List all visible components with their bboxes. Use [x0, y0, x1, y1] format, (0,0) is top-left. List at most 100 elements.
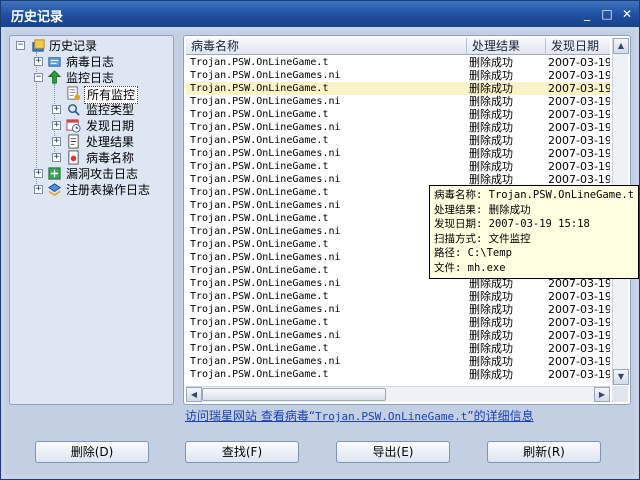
table-row[interactable]: Trojan.PSW.OnLineGames.ni 删除成功 2007-03-19 [186, 121, 610, 134]
history-tree: − 历史记录 + 病毒日志 − 监控日志 所有监控 + 监控类型 + 发现日期 … [9, 35, 174, 405]
cell-date: 2007-03-19 [548, 342, 610, 355]
collapse-icon[interactable]: − [16, 41, 25, 50]
table-row[interactable]: Trojan.PSW.OnLineGames.ni 删除成功 2007-03-19 [186, 355, 610, 368]
close-button[interactable]: ✕ [619, 6, 635, 22]
expand-icon[interactable]: + [52, 121, 61, 130]
monitor-log-icon [47, 70, 62, 84]
tree-node-virus-name[interactable]: + 病毒名称 [52, 150, 172, 166]
expand-icon[interactable]: + [34, 57, 43, 66]
cell-virus-name: Trojan.PSW.OnLineGame.t [190, 343, 329, 354]
cell-virus-name: Trojan.PSW.OnLineGames.ni [190, 304, 341, 315]
cell-virus-name: Trojan.PSW.OnLineGame.t [190, 317, 329, 328]
find-button[interactable]: 查找(F) [185, 441, 299, 463]
cell-virus-name: Trojan.PSW.OnLineGames.ni [190, 148, 341, 159]
table-row[interactable]: Trojan.PSW.OnLineGame.t 删除成功 2007-03-19 [186, 316, 610, 329]
cell-date: 2007-03-19 [548, 290, 610, 303]
cell-virus-name: Trojan.PSW.OnLineGames.ni [190, 174, 341, 185]
table-row[interactable]: Trojan.PSW.OnLineGames.ni 删除成功 2007-03-19 [186, 147, 610, 160]
history-book-icon [32, 39, 45, 52]
cell-date: 2007-03-19 [548, 147, 610, 160]
cell-virus-name: Trojan.PSW.OnLineGames.ni [190, 278, 341, 289]
tree-node-registry-log[interactable]: + 注册表操作日志 [32, 182, 172, 198]
scroll-up-icon[interactable]: ▲ [613, 38, 629, 54]
column-header-result[interactable]: 处理结果 [467, 38, 546, 55]
virus-info-link[interactable]: 访问瑞星网站 查看病毒“Trojan.PSW.OnLineGame.t”的详细信… [185, 407, 534, 424]
table-row[interactable]: Trojan.PSW.OnLineGames.ni 删除成功 2007-03-19 [186, 329, 610, 342]
tree-node-date[interactable]: + 发现日期 [52, 118, 172, 134]
table-row[interactable]: Trojan.PSW.OnLineGame.t 删除成功 2007-03-19 [186, 160, 610, 173]
tooltip-virus-name: 病毒名称: Trojan.PSW.OnLineGame.t [434, 189, 635, 201]
table-row[interactable]: Trojan.PSW.OnLineGames.ni 删除成功 2007-03-19 [186, 69, 610, 82]
tree-label: 漏洞攻击日志 [66, 167, 139, 181]
cell-date: 2007-03-19 [548, 160, 610, 173]
expand-icon[interactable]: + [52, 153, 61, 162]
expand-icon[interactable]: + [52, 137, 61, 146]
scroll-right-icon[interactable]: ▶ [594, 387, 610, 402]
cell-result: 删除成功 [469, 355, 513, 368]
export-button[interactable]: 导出(E) [336, 441, 450, 463]
maximize-button[interactable]: □ [599, 6, 615, 22]
cell-result: 删除成功 [469, 69, 513, 82]
tree-node-root[interactable]: − 历史记录 [14, 38, 169, 54]
window-title: 历史记录 [11, 10, 64, 25]
tree-label: 病毒名称 [86, 151, 135, 165]
table-row[interactable]: Trojan.PSW.OnLineGame.t 删除成功 2007-03-19 [186, 290, 610, 303]
history-window: 历史记录 _ □ ✕ − 历史记录 + 病毒日志 − 监控日志 所有监控 + 监… [0, 0, 640, 480]
cell-result: 删除成功 [469, 95, 513, 108]
scroll-left-icon[interactable]: ◀ [186, 387, 202, 402]
cell-result: 删除成功 [469, 303, 513, 316]
table-row[interactable]: Trojan.PSW.OnLineGame.t 删除成功 2007-03-19 [186, 82, 610, 95]
tree-node-monitor-log[interactable]: − 监控日志 [32, 70, 172, 86]
cell-virus-name: Trojan.PSW.OnLineGame.t [190, 213, 329, 224]
minimize-button[interactable]: _ [579, 6, 595, 22]
cell-result: 删除成功 [469, 316, 513, 329]
tree-node-exploit-log[interactable]: + 漏洞攻击日志 [32, 166, 172, 182]
cell-virus-name: Trojan.PSW.OnLineGames.ni [190, 252, 341, 263]
table-row[interactable]: Trojan.PSW.OnLineGame.t 删除成功 2007-03-19 [186, 134, 610, 147]
table-row[interactable]: Trojan.PSW.OnLineGames.ni 删除成功 2007-03-19 [186, 303, 610, 316]
registry-log-icon [48, 183, 61, 196]
tooltip-file: 文件: mh.exe [434, 261, 506, 274]
cell-result: 删除成功 [469, 160, 513, 173]
expand-icon[interactable]: + [34, 185, 43, 194]
list-header: 病毒名称 处理结果 发现日期 [186, 38, 610, 55]
cell-result: 删除成功 [469, 342, 513, 355]
cell-date: 2007-03-19 [548, 95, 610, 108]
cell-date: 2007-03-19 [548, 316, 610, 329]
column-header-date[interactable]: 发现日期 [546, 38, 610, 55]
tree-node-virus-log[interactable]: + 病毒日志 [32, 54, 172, 70]
table-row[interactable]: Trojan.PSW.OnLineGames.ni 删除成功 2007-03-19 [186, 95, 610, 108]
cell-virus-name: Trojan.PSW.OnLineGames.ni [190, 330, 341, 341]
expand-icon[interactable]: + [34, 169, 43, 178]
table-row[interactable]: Trojan.PSW.OnLineGame.t 删除成功 2007-03-19 [186, 108, 610, 121]
table-row[interactable]: Trojan.PSW.OnLineGame.t 删除成功 2007-03-19 [186, 342, 610, 355]
expand-icon[interactable]: + [52, 105, 61, 114]
cell-result: 删除成功 [469, 290, 513, 303]
tooltip-date: 发现日期: 2007-03-19 15:18 [434, 218, 590, 230]
title-bar[interactable]: 历史记录 _ □ ✕ [1, 1, 639, 27]
tree-node-all-monitor[interactable]: 所有监控 [52, 86, 172, 104]
tree-label: 处理结果 [86, 135, 135, 149]
delete-button[interactable]: 删除(D) [35, 441, 149, 463]
horizontal-scrollbar[interactable]: ◀ ▶ [186, 386, 610, 402]
tree-node-result[interactable]: + 处理结果 [52, 134, 172, 150]
refresh-button[interactable]: 刷新(R) [487, 441, 601, 463]
cell-virus-name: Trojan.PSW.OnLineGame.t [190, 291, 329, 302]
cell-virus-name: Trojan.PSW.OnLineGame.t [190, 239, 329, 250]
link-virus-name: Trojan.PSW.OnLineGame.t [315, 410, 468, 423]
table-row[interactable]: Trojan.PSW.OnLineGame.t 删除成功 2007-03-19 [186, 368, 610, 381]
cell-virus-name: Trojan.PSW.OnLineGames.ni [190, 122, 341, 133]
scroll-down-icon[interactable]: ▼ [613, 369, 629, 385]
tooltip-path: 路径: C:\Temp [434, 247, 512, 259]
horizontal-scroll-thumb[interactable] [202, 388, 386, 401]
detail-tooltip: 病毒名称: Trojan.PSW.OnLineGame.t 处理结果: 删除成功… [429, 185, 639, 279]
tree-label: 监控类型 [86, 103, 135, 117]
cell-virus-name: Trojan.PSW.OnLineGames.ni [190, 96, 341, 107]
tree-node-monitor-type[interactable]: + 监控类型 [52, 102, 172, 118]
collapse-icon[interactable]: − [34, 73, 43, 82]
tree-label: 病毒日志 [66, 55, 115, 69]
table-row[interactable]: Trojan.PSW.OnLineGame.t 删除成功 2007-03-19 [186, 56, 610, 69]
column-header-virus-name[interactable]: 病毒名称 [186, 38, 467, 55]
cell-virus-name: Trojan.PSW.OnLineGame.t [190, 161, 329, 172]
cell-date: 2007-03-19 [548, 121, 610, 134]
